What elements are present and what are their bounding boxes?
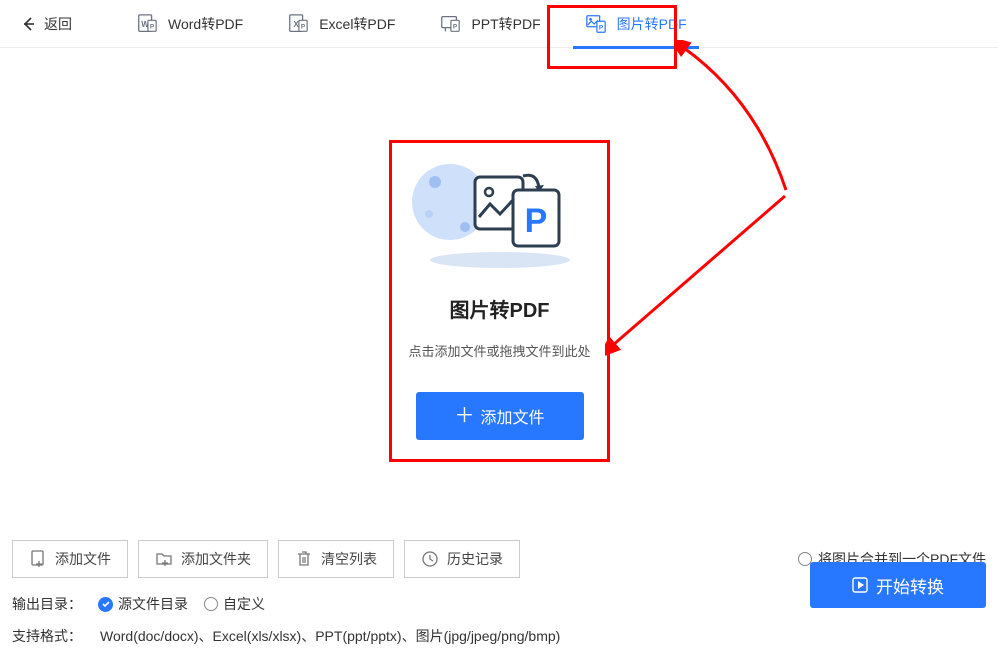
arrow-left-icon [20, 16, 36, 32]
svg-text:P: P [301, 23, 306, 30]
add-file-small-label: 添加文件 [55, 549, 111, 569]
add-file-small-button[interactable]: 添加文件 [12, 540, 128, 578]
formats-label: 支持格式： [12, 626, 82, 646]
excel-doc-icon: XP [287, 13, 309, 35]
radio-checked-icon [98, 597, 113, 612]
start-convert-button[interactable]: 开始转换 [810, 562, 986, 608]
ppt-doc-icon: P [439, 13, 461, 35]
add-folder-label: 添加文件夹 [181, 549, 251, 569]
formats-value: Word(doc/docx)、Excel(xls/xlsx)、PPT(ppt/p… [100, 626, 560, 646]
radio-unchecked-icon [204, 597, 218, 611]
add-folder-button[interactable]: 添加文件夹 [138, 540, 268, 578]
output-source-radio[interactable]: 源文件目录 [98, 594, 188, 614]
drop-title: 图片转PDF [450, 294, 550, 323]
tab-label: Word转PDF [168, 14, 243, 34]
annotation-arrow-center [605, 190, 805, 370]
play-icon [852, 577, 868, 593]
plus-icon: ＋ [454, 406, 474, 426]
clear-list-button[interactable]: 清空列表 [278, 540, 394, 578]
tab-label: 图片转PDF [617, 14, 687, 34]
annotation-arrow-top [676, 40, 806, 200]
start-convert-label: 开始转换 [876, 573, 944, 598]
svg-text:P: P [599, 24, 604, 31]
drop-panel[interactable]: P 图片转PDF 点击添加文件或拖拽文件到此处 ＋ 添加文件 [389, 140, 610, 462]
word-doc-icon: WP [136, 13, 158, 35]
folder-plus-icon [155, 550, 173, 568]
topbar: 返回 WP Word转PDF XP Excel转PDF P PPT转PDF P … [0, 0, 998, 48]
history-label: 历史记录 [447, 549, 503, 569]
back-button[interactable]: 返回 [20, 14, 90, 34]
output-dir-label: 输出目录： [12, 594, 82, 614]
output-source-label: 源文件目录 [118, 594, 188, 614]
add-file-button[interactable]: ＋ 添加文件 [416, 392, 584, 440]
file-plus-icon [29, 550, 47, 568]
nav-tabs: WP Word转PDF XP Excel转PDF P PPT转PDF P 图片转… [114, 0, 709, 48]
image-doc-icon: P [585, 13, 607, 35]
formats-row: 支持格式： Word(doc/docx)、Excel(xls/xlsx)、PPT… [12, 626, 986, 646]
trash-icon [295, 550, 313, 568]
add-file-button-label: 添加文件 [480, 404, 544, 428]
clock-icon [421, 550, 439, 568]
tab-excel-to-pdf[interactable]: XP Excel转PDF [265, 0, 417, 48]
tab-image-to-pdf[interactable]: P 图片转PDF [563, 0, 709, 48]
tab-label: PPT转PDF [471, 14, 540, 34]
back-label: 返回 [44, 14, 72, 34]
tab-label: Excel转PDF [319, 14, 395, 34]
svg-text:P: P [453, 23, 458, 30]
tab-ppt-to-pdf[interactable]: P PPT转PDF [417, 0, 562, 48]
drop-subtitle: 点击添加文件或拖拽文件到此处 [408, 341, 590, 360]
svg-text:P: P [524, 202, 547, 240]
tab-word-to-pdf[interactable]: WP Word转PDF [114, 0, 265, 48]
output-custom-label: 自定义 [223, 594, 265, 614]
history-button[interactable]: 历史记录 [404, 540, 520, 578]
illustration-image-to-pdf-icon: P [405, 152, 595, 272]
svg-text:P: P [150, 23, 155, 30]
clear-list-label: 清空列表 [321, 549, 377, 569]
output-custom-radio[interactable]: 自定义 [204, 594, 265, 614]
